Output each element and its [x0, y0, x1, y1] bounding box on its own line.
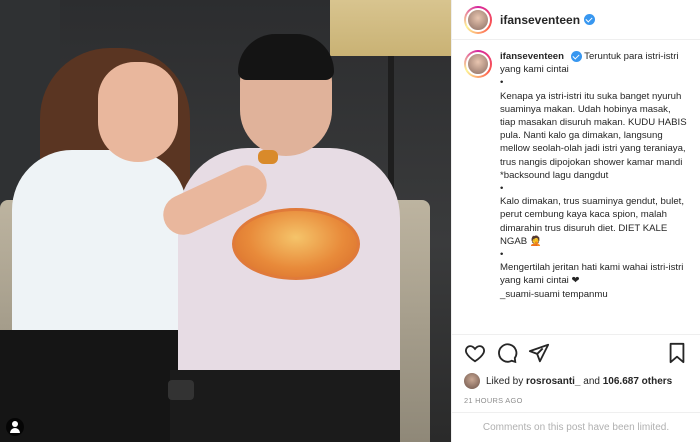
comment-icon[interactable] — [496, 342, 518, 364]
verified-badge-icon — [584, 14, 596, 25]
liker-avatar[interactable] — [464, 373, 480, 389]
liked-by-user-link[interactable]: rosrosanti_ — [526, 376, 580, 387]
comments-limited-notice: Comments on this post have been limited. — [452, 412, 700, 442]
caption-verified-badge-icon — [570, 50, 582, 62]
caption-avatar-image — [466, 52, 490, 76]
heart-icon[interactable] — [464, 342, 486, 364]
post-timestamp[interactable]: 21 HOURS AGO — [452, 390, 700, 412]
liked-and: and — [583, 375, 600, 387]
caption-avatar[interactable] — [464, 50, 492, 78]
caption-username-link[interactable]: ifanseventeen — [500, 51, 564, 62]
action-bar — [452, 334, 700, 370]
photo-man-hair — [238, 34, 334, 80]
caption-text-block: ifanseventeen Teruntuk para istri-istri … — [500, 50, 688, 301]
photo-snack — [258, 150, 278, 164]
likes-row: Liked by rosrosanti_ and 106.687 others — [452, 370, 700, 390]
instagram-post-embed: ifanseventeen ifanseventeen Teruntuk par… — [0, 0, 700, 442]
caption-area: ifanseventeen Teruntuk para istri-istri … — [452, 40, 700, 334]
post-photo[interactable] — [0, 0, 451, 442]
photo-woman-legs — [0, 330, 190, 442]
photo-man-legs — [170, 370, 400, 442]
profile-avatar[interactable] — [464, 5, 492, 34]
caption-body: Teruntuk para istri-istri yang kami cint… — [500, 51, 687, 300]
bookmark-icon[interactable] — [666, 342, 688, 364]
photo-bowl — [232, 208, 360, 280]
photo-woman-face — [98, 62, 178, 162]
photo-lamp-shade — [330, 0, 451, 56]
liked-by-prefix: Liked by — [486, 375, 524, 387]
photo-watch — [168, 380, 194, 400]
username-link[interactable]: ifanseventeen — [500, 13, 580, 27]
send-icon[interactable] — [528, 342, 550, 364]
post-side-panel: ifanseventeen ifanseventeen Teruntuk par… — [451, 0, 700, 442]
post-header: ifanseventeen — [452, 0, 700, 40]
avatar-image — [466, 7, 490, 32]
user-tag-icon[interactable] — [6, 418, 24, 436]
caption-row: ifanseventeen Teruntuk para istri-istri … — [464, 50, 688, 301]
likes-count-link[interactable]: 106.687 others — [603, 376, 673, 387]
